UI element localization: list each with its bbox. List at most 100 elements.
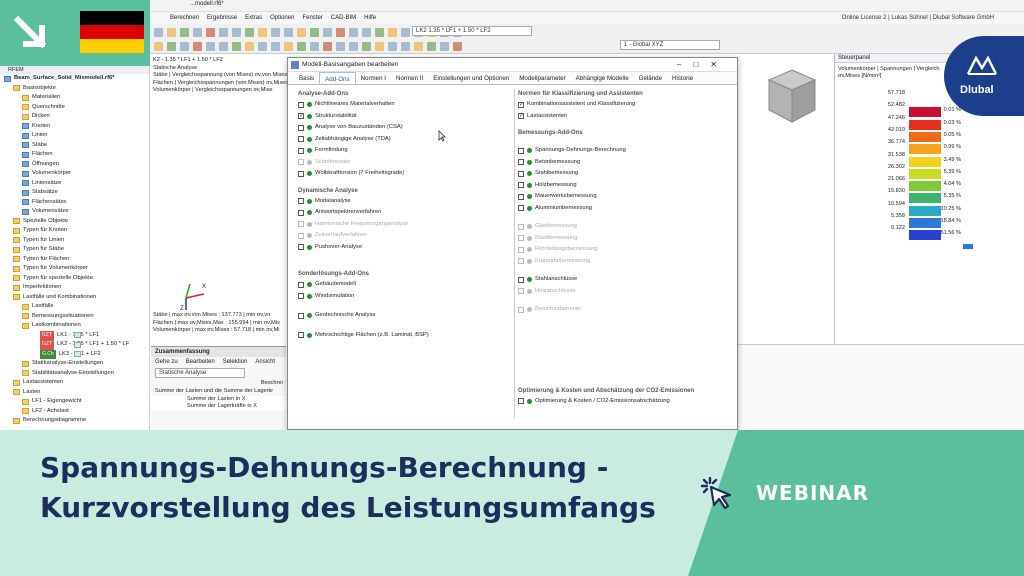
toolbar-button-icon[interactable] bbox=[167, 27, 176, 37]
tree-item[interactable]: Knoten bbox=[0, 122, 149, 132]
tree-item[interactable]: LF1 - Eigengewicht bbox=[0, 397, 149, 407]
toolbar-button-icon[interactable] bbox=[362, 27, 371, 37]
addon-option[interactable]: Antwortspektrenverfahren bbox=[298, 207, 508, 219]
toolbar-button-icon[interactable] bbox=[336, 41, 345, 51]
toolbar-button-icon[interactable] bbox=[193, 41, 202, 51]
toolbar-button-icon[interactable] bbox=[180, 27, 189, 37]
toolbar-button-icon[interactable] bbox=[219, 41, 228, 51]
tree-item[interactable]: Stabsätze bbox=[0, 188, 149, 198]
addon-option[interactable]: Optimierung & Kosten / CO2-Emissionsabsc… bbox=[518, 396, 733, 408]
addon-option[interactable]: Modalanalyse bbox=[298, 196, 508, 208]
addon-option[interactable]: Stahlanschlüsse bbox=[518, 274, 733, 286]
tab-historie[interactable]: Historie bbox=[667, 72, 698, 84]
toolbar-button-icon[interactable] bbox=[245, 41, 254, 51]
toolbar-button-icon[interactable] bbox=[401, 41, 410, 51]
addon-option[interactable]: ✓ Lastassistenten bbox=[518, 111, 733, 123]
toolbar-button-icon[interactable] bbox=[245, 27, 254, 37]
toolbar-button-icon[interactable] bbox=[219, 27, 228, 37]
tree-item[interactable]: Spezielle Objekte bbox=[0, 217, 149, 227]
tree-item[interactable]: Bemessungssituationen bbox=[0, 312, 149, 322]
tab-basis[interactable]: Basis bbox=[294, 72, 319, 84]
checkbox[interactable] bbox=[518, 193, 524, 200]
addon-option[interactable]: Stahlbemessung bbox=[518, 168, 733, 180]
tree-item[interactable]: Lastfälle bbox=[0, 302, 149, 312]
addon-option[interactable]: Zeitabhängige Analyse (TDA) bbox=[298, 134, 508, 146]
toolbar-button-icon[interactable] bbox=[375, 41, 384, 51]
checkbox[interactable] bbox=[298, 147, 304, 154]
toolbar-button-icon[interactable] bbox=[388, 27, 397, 37]
checkbox[interactable] bbox=[518, 398, 524, 405]
tab-add-ons[interactable]: Add-Ons bbox=[319, 72, 356, 84]
addon-option[interactable]: Spannungs-Dehnungs-Berechnung bbox=[518, 145, 733, 157]
toolbar-button-icon[interactable] bbox=[349, 41, 358, 51]
summary-menu-item[interactable]: Ansicht bbox=[255, 357, 275, 367]
tree-item[interactable]: Öffnungen bbox=[0, 160, 149, 170]
checkbox[interactable] bbox=[298, 281, 304, 288]
checkbox[interactable] bbox=[298, 124, 304, 131]
view-combo[interactable]: 1 - Global XYZ bbox=[620, 40, 720, 50]
menu-item-0[interactable]: Berechnen bbox=[170, 12, 199, 24]
toolbar-button-icon[interactable] bbox=[414, 41, 423, 51]
addon-option[interactable]: Mehrschichtige Flächen (z.B. Laminat, BS… bbox=[298, 330, 508, 342]
tab-gel-nde[interactable]: Gelände bbox=[634, 72, 667, 84]
toolbar-button-icon[interactable] bbox=[336, 27, 345, 37]
tree-item[interactable]: Typen für spezielle Objekte bbox=[0, 274, 149, 284]
toolbar-button-icon[interactable] bbox=[284, 27, 293, 37]
tree-item[interactable]: GZT LK2 - 1.35 * LF1 + 1.50 * LF bbox=[0, 340, 149, 350]
tree-item[interactable]: LF2 - Achslast bbox=[0, 407, 149, 417]
tree-item[interactable]: Imperfektionen bbox=[0, 283, 149, 293]
checkbox[interactable]: ✓ bbox=[518, 113, 524, 120]
tree-item[interactable]: Stäbe bbox=[0, 141, 149, 151]
checkbox[interactable] bbox=[518, 205, 524, 212]
checkbox[interactable] bbox=[298, 312, 304, 319]
toolbar-button-icon[interactable] bbox=[167, 41, 176, 51]
addon-option[interactable]: ✓ Strukturstabilität bbox=[298, 111, 508, 123]
summary-analysis-combo[interactable]: Statische Analyse bbox=[155, 368, 245, 378]
checkbox[interactable] bbox=[298, 332, 304, 339]
menu-item-5[interactable]: CAD-BIM bbox=[331, 12, 356, 24]
checkbox[interactable] bbox=[518, 147, 524, 154]
tree-item[interactable]: GZTLK1 - 1.35 * LF1 bbox=[0, 330, 149, 340]
summary-menu-item[interactable]: Selektion bbox=[223, 357, 248, 367]
addon-option[interactable]: Nichtlineares Materialverhalten bbox=[298, 99, 508, 111]
addon-option[interactable]: Geotechnische Analyse bbox=[298, 310, 508, 322]
addon-option[interactable]: Aluminiumbemessung bbox=[518, 203, 733, 215]
tree-item[interactable]: Lastkombinationen bbox=[0, 321, 149, 331]
tree-item[interactable]: Statikanalyse-Einstellungen bbox=[0, 359, 149, 369]
menu-item-1[interactable]: Ergebnisse bbox=[207, 12, 237, 24]
checkbox[interactable] bbox=[518, 159, 524, 166]
tab-einstellungen-und-optionen[interactable]: Einstellungen und Optionen bbox=[428, 72, 514, 84]
toolbar-button-icon[interactable] bbox=[401, 27, 410, 37]
toolbar-button-icon[interactable] bbox=[453, 41, 462, 51]
tree-item[interactable]: Linien bbox=[0, 131, 149, 141]
toolbar-button-icon[interactable] bbox=[362, 41, 371, 51]
addon-option[interactable]: Pushover-Analyse bbox=[298, 242, 508, 254]
toolbar-button-icon[interactable] bbox=[193, 27, 202, 37]
tree-item[interactable]: Typen für Stäbe bbox=[0, 245, 149, 255]
checkbox[interactable]: ✓ bbox=[298, 113, 304, 120]
toolbar-button-icon[interactable] bbox=[232, 27, 241, 37]
toolbar-button-icon[interactable] bbox=[388, 41, 397, 51]
tree-item[interactable]: Typen für Knoten bbox=[0, 226, 149, 236]
toolbar-button-icon[interactable] bbox=[297, 27, 306, 37]
tree-item[interactable]: Lasten bbox=[0, 388, 149, 398]
tree-item[interactable]: G.ChLK3 - LF1 + LF2 bbox=[0, 349, 149, 359]
toolbar-button-icon[interactable] bbox=[349, 27, 358, 37]
addon-option[interactable]: Wölbkrafttorsion (7 Freiheitsgrade) bbox=[298, 168, 508, 180]
toolbar-button-icon[interactable] bbox=[154, 41, 163, 51]
tree-item[interactable]: Stabilitätsanalyse-Einstellungen bbox=[0, 369, 149, 379]
checkbox[interactable] bbox=[298, 198, 304, 205]
tree-item[interactable]: Flächen bbox=[0, 150, 149, 160]
toolbar-button-icon[interactable] bbox=[284, 41, 293, 51]
tree-item[interactable]: Lastfälle und Kombinationen bbox=[0, 293, 149, 303]
addon-option[interactable]: ✓ Kombinationsassistent und Klassifizieru… bbox=[518, 99, 733, 111]
addon-option[interactable]: Mauerwerksbemessung bbox=[518, 191, 733, 203]
summary-menu-item[interactable]: Bearbeiten bbox=[186, 357, 215, 367]
menu-item-4[interactable]: Fenster bbox=[302, 12, 322, 24]
tree-item[interactable]: Materialien bbox=[0, 93, 149, 103]
maximize-icon[interactable]: □ bbox=[693, 60, 710, 69]
close-icon[interactable]: ✕ bbox=[710, 60, 729, 69]
menu-item-3[interactable]: Optionen bbox=[270, 12, 294, 24]
addon-option[interactable]: Betonbemessung bbox=[518, 157, 733, 169]
menu-item-2[interactable]: Extras bbox=[245, 12, 262, 24]
